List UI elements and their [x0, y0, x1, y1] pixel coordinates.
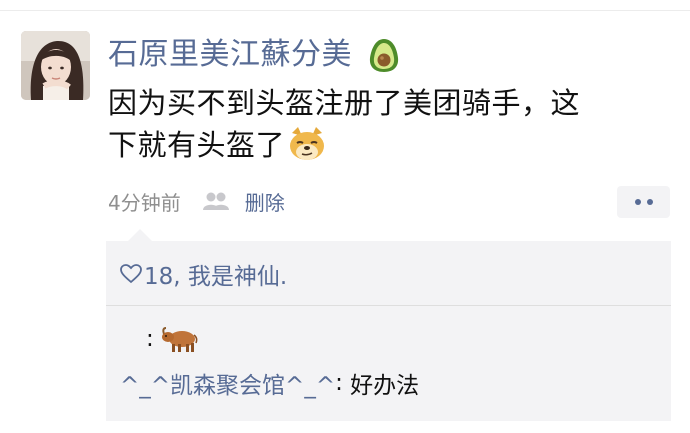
- post-text-line-2: 下就有头盔了: [108, 128, 286, 162]
- nickname-link[interactable]: 石原里美江蘇分美: [108, 40, 352, 70]
- comment-text: 好办法: [342, 373, 420, 399]
- post-text-line-2-wrap: 下就有头盔了: [108, 124, 668, 166]
- post-text-line-1: 因为买不到头盔注册了美团骑手，这: [108, 86, 581, 120]
- comment-item[interactable]: ^_^凯森聚会馆^_^ : 好办法: [120, 366, 419, 400]
- heart-icon: [120, 264, 142, 284]
- top-divider: [0, 10, 690, 11]
- avatar[interactable]: [21, 31, 90, 100]
- delete-button[interactable]: 删除: [245, 187, 285, 216]
- more-dots-icon[interactable]: [617, 186, 670, 218]
- comment-author[interactable]: ^_^凯森聚会馆^_^: [120, 366, 335, 400]
- more-dot-right: [646, 199, 653, 205]
- more-dot-left: [634, 199, 641, 205]
- comment-separator: :: [146, 326, 154, 352]
- likes-row: 18, 我是神仙.: [120, 257, 287, 291]
- comment-divider: [106, 305, 671, 306]
- post-meta: 4分钟前 删除: [108, 185, 285, 217]
- comment-item[interactable]: :: [146, 321, 198, 357]
- ox-icon: [160, 324, 198, 354]
- likes-text[interactable]: 18, 我是神仙.: [144, 257, 287, 291]
- comment-separator: :: [335, 370, 343, 396]
- interactions-panel: 18, 我是神仙. : ^_^凯森聚会馆^_^ : 好办法: [106, 229, 671, 421]
- avocado-icon: [366, 36, 402, 74]
- friends-visibility-icon[interactable]: [201, 191, 231, 211]
- avatar-image: [21, 31, 90, 100]
- post-body: 因为买不到头盔注册了美团骑手，这 下就有头盔了: [108, 82, 668, 166]
- doge-icon: [287, 125, 327, 163]
- post-header: 石原里美江蘇分美: [108, 30, 402, 80]
- post-time: 4分钟前: [108, 190, 181, 215]
